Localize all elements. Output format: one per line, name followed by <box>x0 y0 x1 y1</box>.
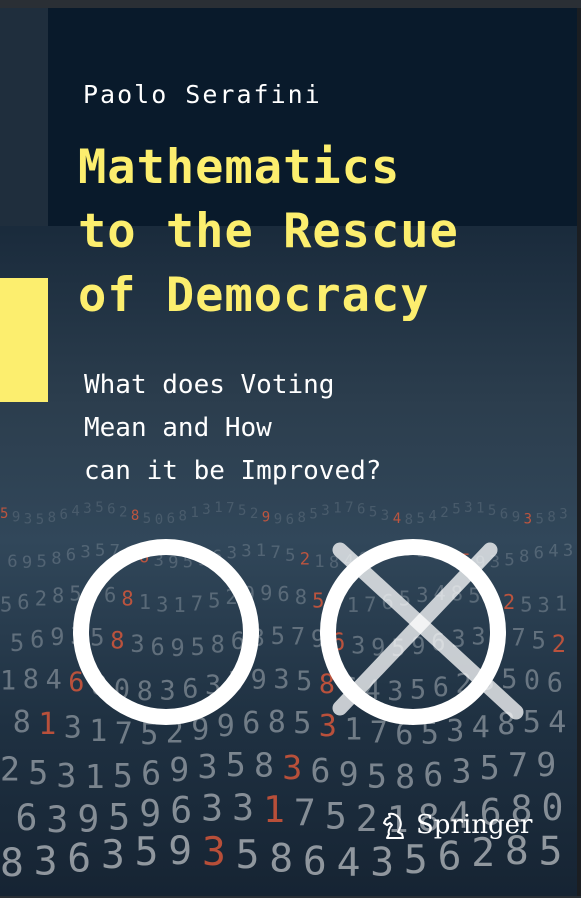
crossed-circle-symbol <box>320 539 524 725</box>
circle-symbol <box>73 539 259 725</box>
publisher-name: Springer <box>416 810 533 840</box>
book-cover: 5935864356285068131752996853176534854253… <box>0 8 581 896</box>
springer-knight-icon <box>383 812 404 839</box>
ballot-symbols <box>73 539 524 725</box>
publisher-logo: Springer <box>378 808 532 842</box>
